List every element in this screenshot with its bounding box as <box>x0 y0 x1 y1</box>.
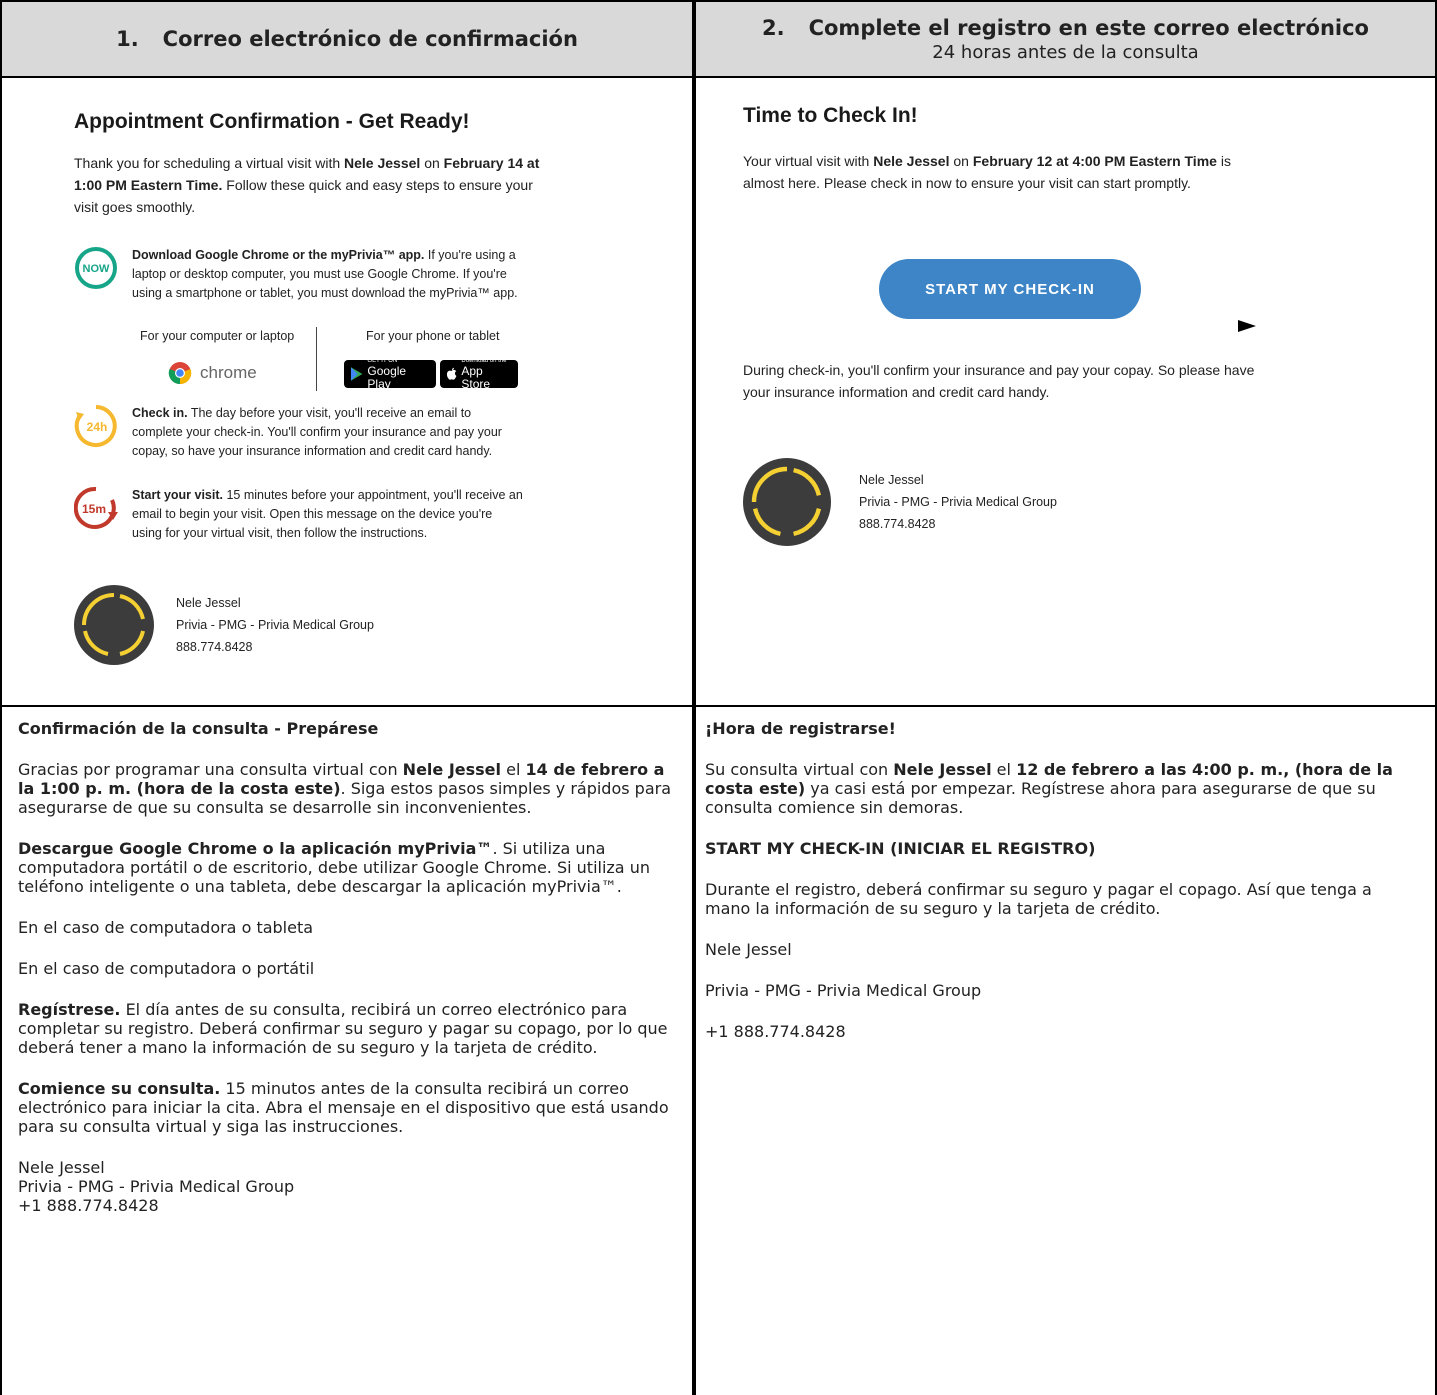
apple-icon <box>446 367 457 380</box>
signature-org: Privia - PMG - Privia Medical Group <box>176 618 374 632</box>
email-2-note: During check-in, you'll confirm your ins… <box>743 362 1255 400</box>
trans-2-org: Privia - PMG - Privia Medical Group <box>705 981 982 1000</box>
provider-avatar <box>743 458 831 546</box>
trans-2-name: Nele Jessel <box>705 940 792 959</box>
computer-label: For your computer or laptop <box>140 329 295 343</box>
step-15m-text: Start your visit. 15 minutes before your… <box>132 488 523 540</box>
table-border-top <box>0 0 1437 2</box>
step-now-text: Download Google Chrome or the myPrivia™ … <box>132 248 518 300</box>
trans-2-button-label: START MY CHECK-IN (INICIAR EL REGISTRO) <box>705 839 1096 858</box>
email-2-title: Time to Check In! <box>743 104 918 127</box>
trans-2-p2: Durante el registro, deberá confirmar su… <box>705 880 1372 918</box>
step-now: NOW Download Google Chrome or the myPriv… <box>74 246 524 303</box>
table-divider-header <box>0 76 1437 78</box>
header-1-number: 1. <box>116 27 139 51</box>
start-check-in-button[interactable]: START MY CHECK-IN <box>879 259 1141 319</box>
cursor-arrow-icon <box>1238 320 1256 332</box>
email-1-intro: Thank you for scheduling a virtual visit… <box>74 155 540 215</box>
trans-1-p2: Descargue Google Chrome o la aplicación … <box>18 839 650 896</box>
table-border-left <box>0 0 2 1395</box>
trans-1-p5: Regístrese. El día antes de su consulta,… <box>18 1000 668 1057</box>
signature-name: Nele Jessel <box>176 596 241 610</box>
svg-text:24h: 24h <box>87 420 108 434</box>
trans-2-title: ¡Hora de registrarse! <box>705 719 896 738</box>
step-15m: 15m Start your visit. 15 minutes before … <box>74 486 524 543</box>
header-column-2: 2. Complete el registro en este correo el… <box>696 2 1435 76</box>
email-check-in: Time to Check In! Your virtual visit wit… <box>743 104 1263 194</box>
google-play-badge[interactable]: GET IT ON Google Play <box>344 358 436 390</box>
header-2-number: 2. <box>762 15 785 40</box>
document-table: 1. Correo electrónico de confirmación 2. C… <box>0 0 1437 1395</box>
trans-1-sig-phone: +1 888.774.8428 <box>18 1196 159 1215</box>
step-24h-text: Check in. The day before your visit, you… <box>132 406 502 458</box>
email-2-signature: Nele Jessel Privia - PMG - Privia Medica… <box>743 458 1057 546</box>
trans-1-p6: Comience su consulta. 15 minutos antes d… <box>18 1079 669 1136</box>
translation-confirmation: Confirmación de la consulta - Prepárese … <box>18 719 683 1215</box>
signature-phone: 888.774.8428 <box>859 517 936 531</box>
trans-1-p4: En el caso de computadora o portátil <box>18 959 315 978</box>
clock-24h-icon: 24h <box>74 405 117 447</box>
trans-1-p1: Gracias por programar una consulta virtu… <box>18 760 672 817</box>
trans-2-p1: Su consulta virtual con Nele Jessel el 1… <box>705 760 1393 817</box>
email-2-note-block: During check-in, you'll confirm your ins… <box>743 359 1263 403</box>
header-2-title: Complete el registro en este correo elec… <box>808 15 1369 40</box>
provider-avatar <box>74 585 154 665</box>
svg-text:15m: 15m <box>82 502 106 516</box>
trans-1-title: Confirmación de la consulta - Prepárese <box>18 719 379 738</box>
email-confirmation: Appointment Confirmation - Get Ready! Th… <box>74 110 554 218</box>
download-options: For your computer or laptop For your pho… <box>74 324 554 392</box>
store-divider <box>316 327 317 391</box>
table-divider-middle <box>0 705 1437 707</box>
signature-phone: 888.774.8428 <box>176 640 253 654</box>
translation-check-in: ¡Hora de registrarse! Su consulta virtua… <box>705 719 1410 1063</box>
header-column-1: 1. Correo electrónico de confirmación <box>2 2 692 76</box>
header-2-subtitle: 24 horas antes de la consulta <box>932 41 1199 63</box>
trans-1-p3: En el caso de computadora o tableta <box>18 918 314 937</box>
phone-label: For your phone or tablet <box>366 329 500 343</box>
trans-2-phone: +1 888.774.8428 <box>705 1022 846 1041</box>
email-1-title: Appointment Confirmation - Get Ready! <box>74 110 470 133</box>
app-store-badge[interactable]: Download on the App Store <box>440 358 518 390</box>
trans-1-sig-name: Nele Jessel <box>18 1158 105 1177</box>
signature-org: Privia - PMG - Privia Medical Group <box>859 495 1057 509</box>
step-24h: 24h Check in. The day before your visit,… <box>74 404 524 461</box>
timer-15m-icon: 15m <box>74 486 118 529</box>
header-1-title: Correo electrónico de confirmación <box>162 27 578 51</box>
signature-name: Nele Jessel <box>859 473 924 487</box>
trans-1-sig-org: Privia - PMG - Privia Medical Group <box>18 1177 295 1196</box>
email-1-signature: Nele Jessel Privia - PMG - Privia Medica… <box>74 585 374 665</box>
chrome-text: chrome <box>200 363 257 382</box>
now-icon: NOW <box>75 247 117 289</box>
chrome-icon <box>168 362 192 385</box>
svg-text:NOW: NOW <box>83 263 111 275</box>
email-2-intro: Your virtual visit with Nele Jessel on F… <box>743 153 1231 191</box>
chrome-logo[interactable]: chrome <box>168 361 257 385</box>
google-play-icon <box>350 367 363 381</box>
table-divider-vertical <box>692 0 696 1395</box>
